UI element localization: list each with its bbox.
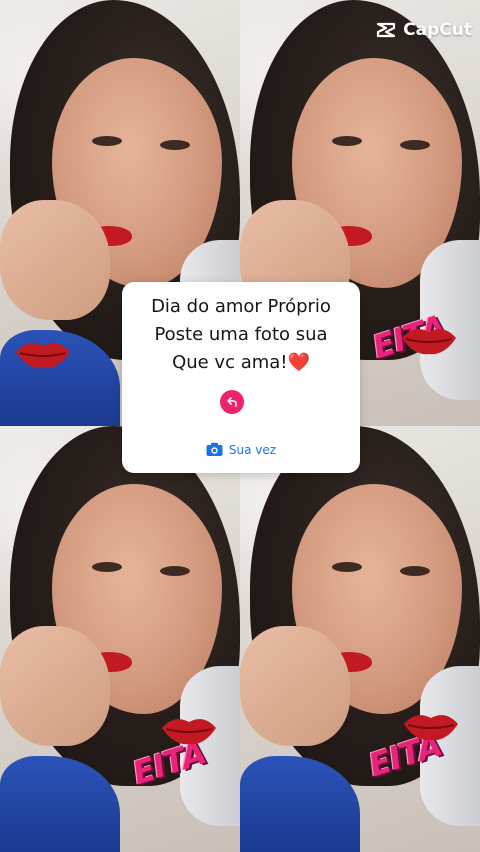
photo-tile-bottom-right: EITA (240, 426, 480, 852)
reply-button[interactable] (220, 390, 244, 414)
capcut-logo-icon (377, 22, 396, 38)
hand (0, 626, 110, 746)
eye (92, 562, 122, 572)
eye (92, 136, 122, 146)
your-turn-label: Sua vez (228, 442, 277, 457)
hand (240, 626, 350, 746)
eye (160, 566, 190, 576)
your-turn-button[interactable]: Sua vez (122, 442, 360, 457)
prompt-card: Dia do amor Próprio Poste uma foto sua Q… (122, 282, 360, 473)
capcut-watermark: CapCut (375, 20, 472, 40)
prompt-line-3-text: Que vc ama! (172, 352, 288, 373)
heart-emoji: ❤️ (287, 352, 310, 373)
prompt-line-2: Poste uma foto sua (154, 324, 328, 345)
kiss-lips-icon (404, 715, 458, 741)
prompt-line-1: Dia do amor Próprio (151, 296, 331, 317)
hand (0, 200, 110, 320)
watermark-text: CapCut (403, 20, 472, 40)
eye (160, 140, 190, 150)
eye (400, 140, 430, 150)
eye (332, 562, 362, 572)
camera-icon (206, 442, 223, 456)
prompt-line-3: Que vc ama!❤️ (122, 352, 360, 373)
eye (332, 136, 362, 146)
kiss-lips-icon (162, 719, 216, 745)
reply-arrow-icon (227, 397, 237, 407)
kiss-lips-icon (402, 329, 456, 355)
photo-tile-bottom-left: EITA (0, 426, 240, 852)
eye (400, 566, 430, 576)
kiss-lips-icon (16, 343, 70, 369)
